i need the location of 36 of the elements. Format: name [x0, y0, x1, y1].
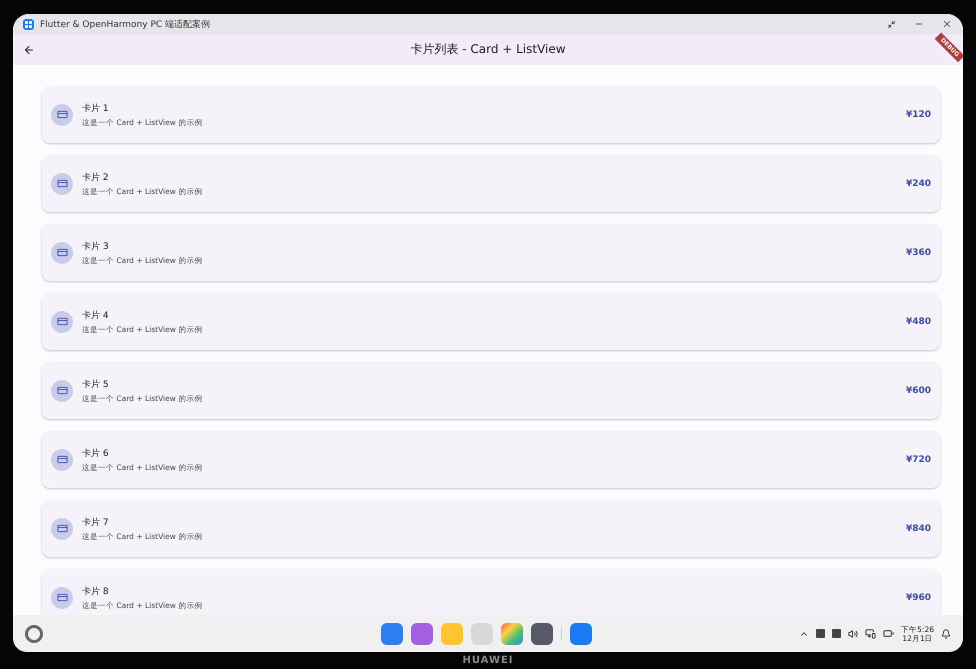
card-icon — [51, 242, 73, 264]
card-price: ¥120 — [906, 110, 931, 120]
card-icon — [51, 172, 73, 194]
card-icon — [51, 380, 73, 402]
card-icon — [51, 104, 73, 126]
card-price: ¥360 — [906, 248, 931, 258]
card-title: 卡片 7 — [82, 516, 110, 528]
volume-icon[interactable] — [848, 628, 858, 638]
card-icon — [51, 310, 73, 332]
back-arrow-icon[interactable] — [23, 44, 35, 56]
card-title: 卡片 5 — [82, 378, 110, 390]
card-title: 卡片 2 — [82, 172, 110, 184]
close-icon[interactable] — [941, 18, 953, 30]
card-price: ¥840 — [906, 524, 931, 534]
card-title: 卡片 4 — [82, 310, 110, 322]
battery-icon[interactable] — [883, 628, 894, 639]
card-price: ¥720 — [906, 454, 931, 464]
bell-icon[interactable] — [941, 628, 951, 638]
card-price: ¥240 — [906, 178, 931, 188]
brand-label: HUAWEI — [462, 655, 514, 666]
card-title: 卡片 8 — [82, 586, 110, 598]
card-title: 卡片 6 — [82, 448, 110, 460]
page-title: 卡片列表 - Card + ListView — [409, 41, 567, 58]
window-title: Flutter & OpenHarmony PC 端适配案例 — [40, 18, 212, 30]
card-title: 卡片 1 — [82, 102, 110, 114]
card-icon — [51, 518, 73, 540]
card-price: ¥960 — [906, 592, 931, 602]
card-icon — [51, 586, 73, 608]
card-icon — [51, 448, 73, 470]
card-title: 卡片 3 — [82, 240, 110, 252]
card-price: ¥600 — [906, 386, 931, 396]
devices-icon[interactable] — [865, 628, 876, 639]
app-icon — [23, 18, 34, 30]
card-price: ¥480 — [906, 316, 931, 326]
ring-icon[interactable] — [25, 624, 43, 642]
restore-icon[interactable] — [885, 18, 897, 30]
